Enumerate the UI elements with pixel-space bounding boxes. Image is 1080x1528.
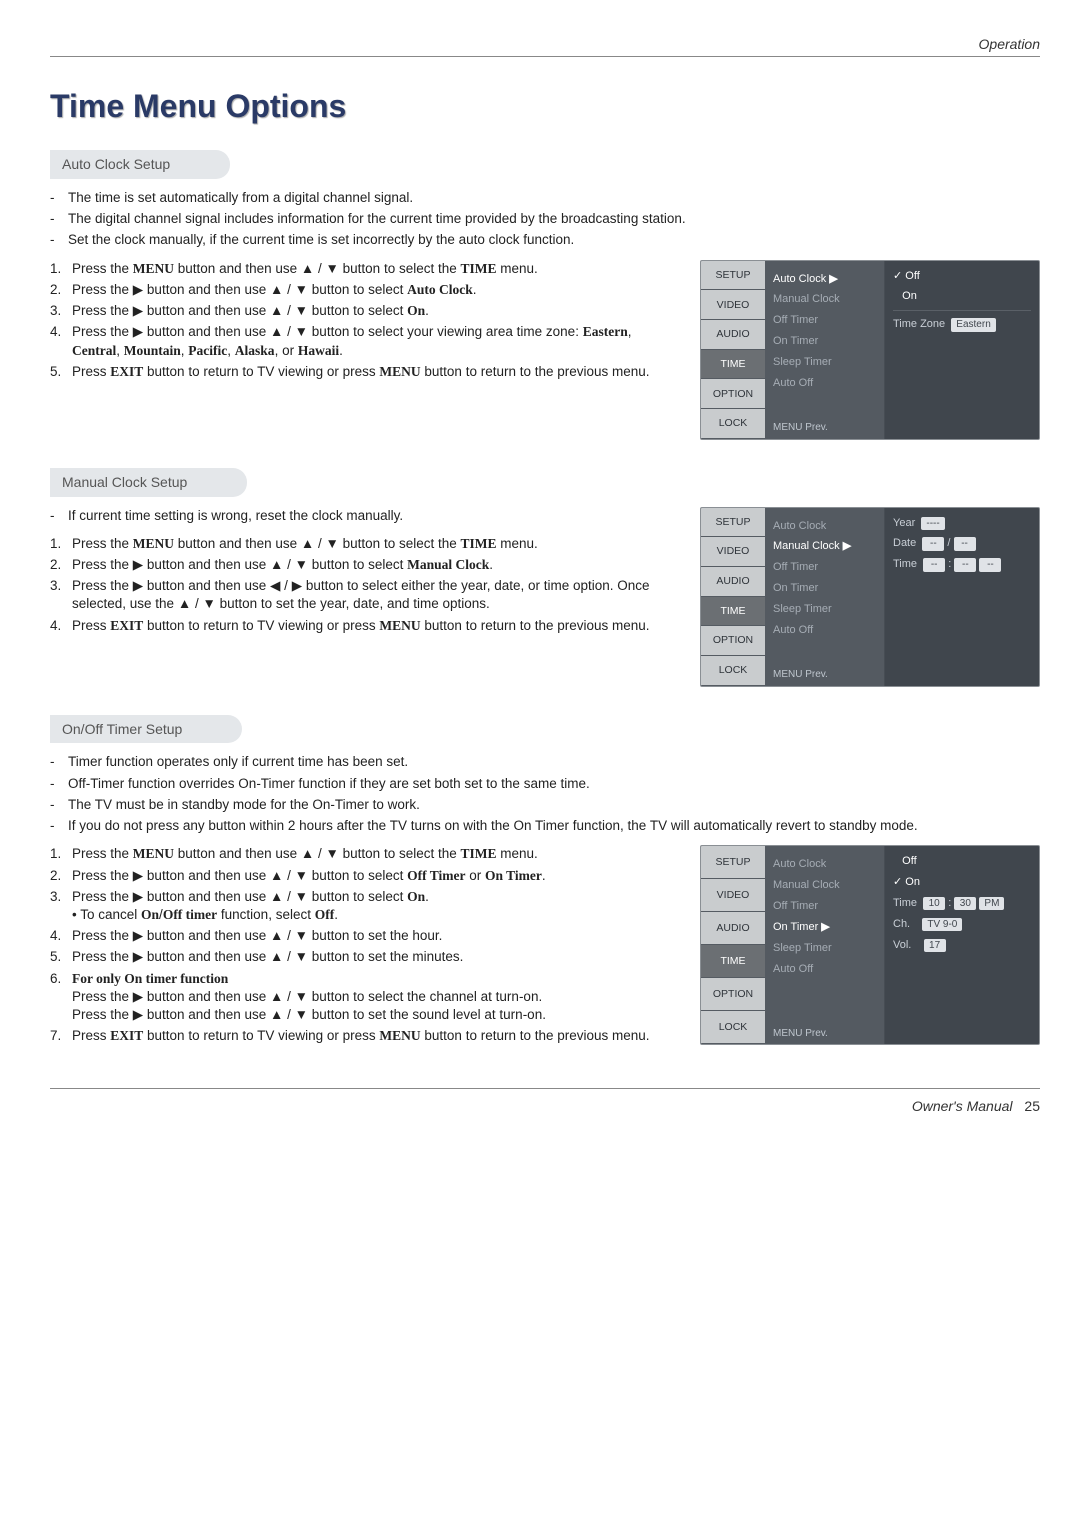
osd-item: On Timer [771, 578, 878, 599]
step: Press the ▶ button and then use ▲ / ▼ bu… [72, 948, 680, 966]
osd-tab-audio: AUDIO [701, 912, 765, 945]
osd-tab-lock: LOCK [701, 656, 765, 686]
osd-tab-lock: LOCK [701, 409, 765, 439]
osd-tab-time: TIME [701, 597, 765, 627]
osd-manual-clock: SETUP VIDEO AUDIO TIME OPTION LOCK Auto … [700, 507, 1040, 687]
note: Timer function operates only if current … [68, 753, 1040, 771]
osd-tab-lock: LOCK [701, 1011, 765, 1044]
osd-hint: MENU Prev. [773, 668, 828, 682]
note: The time is set automatically from a dig… [68, 189, 1040, 207]
manual-steps: 1.Press the MENU button and then use ▲ /… [50, 535, 680, 635]
step: Press EXIT button to return to TV viewin… [72, 1027, 680, 1045]
step: Press the ▶ button and then use ▲ / ▼ bu… [72, 888, 680, 924]
osd-tab-video: VIDEO [701, 879, 765, 912]
step: Press the ▶ button and then use ▲ / ▼ bu… [72, 556, 680, 574]
osd-item: Manual Clock ▶ [771, 536, 878, 557]
osd-tab-setup: SETUP [701, 846, 765, 879]
header-label: Operation [50, 35, 1040, 54]
osd-item: Auto Clock ▶ [771, 269, 878, 290]
osd-tab-time: TIME [701, 945, 765, 978]
osd-item: Off Timer [771, 310, 878, 331]
osd-tab-option: OPTION [701, 379, 765, 409]
step: Press EXIT button to return to TV viewin… [72, 363, 680, 381]
step: Press the ▶ button and then use ◀ / ▶ bu… [72, 577, 680, 613]
manual-notes: -If current time setting is wrong, reset… [50, 507, 680, 525]
note: Off-Timer function overrides On-Timer fu… [68, 775, 1040, 793]
note: If you do not press any button within 2 … [68, 817, 1040, 835]
osd-auto-clock: SETUP VIDEO AUDIO TIME OPTION LOCK Auto … [700, 260, 1040, 440]
osd-item: Sleep Timer [771, 599, 878, 620]
step: Press the ▶ button and then use ▲ / ▼ bu… [72, 927, 680, 945]
auto-steps: 1.Press the MENU button and then use ▲ /… [50, 260, 680, 381]
note: Set the clock manually, if the current t… [68, 231, 1040, 249]
osd-item: Auto Off [771, 620, 878, 641]
osd-item: Auto Off [771, 373, 878, 394]
step: Press the ▶ button and then use ▲ / ▼ bu… [72, 867, 680, 885]
auto-notes: -The time is set automatically from a di… [50, 189, 1040, 250]
section-header-auto: Auto Clock Setup [50, 150, 230, 179]
step: Press EXIT button to return to TV viewin… [72, 617, 680, 635]
footer: Owner's Manual 25 [50, 1097, 1040, 1116]
step: For only On timer functionPress the ▶ bu… [72, 970, 680, 1025]
page-number: 25 [1024, 1098, 1040, 1114]
osd-tab-option: OPTION [701, 978, 765, 1011]
step: Press the ▶ button and then use ▲ / ▼ bu… [72, 323, 680, 359]
note: The digital channel signal includes info… [68, 210, 1040, 228]
footer-divider [50, 1088, 1040, 1089]
step: Press the ▶ button and then use ▲ / ▼ bu… [72, 302, 680, 320]
timer-notes: -Timer function operates only if current… [50, 753, 1040, 835]
timer-steps: 1.Press the MENU button and then use ▲ /… [50, 845, 680, 1045]
section-header-manual: Manual Clock Setup [50, 468, 247, 497]
step: Press the MENU button and then use ▲ / ▼… [72, 260, 680, 278]
osd-tab-setup: SETUP [701, 261, 765, 291]
note: If current time setting is wrong, reset … [68, 507, 680, 525]
osd-item: Auto Clock [771, 516, 878, 537]
osd-tab-audio: AUDIO [701, 320, 765, 350]
osd-item: Auto Clock [771, 854, 878, 875]
step: Press the MENU button and then use ▲ / ▼… [72, 845, 680, 863]
osd-item: Sleep Timer [771, 352, 878, 373]
osd-hint: MENU Prev. [773, 1027, 828, 1041]
osd-on-timer: SETUP VIDEO AUDIO TIME OPTION LOCK Auto … [700, 845, 1040, 1045]
osd-tab-setup: SETUP [701, 508, 765, 538]
osd-item: Off Timer [771, 557, 878, 578]
osd-tab-option: OPTION [701, 626, 765, 656]
footer-label: Owner's Manual [912, 1098, 1013, 1114]
osd-item: Sleep Timer [771, 938, 878, 959]
step: Press the ▶ button and then use ▲ / ▼ bu… [72, 281, 680, 299]
osd-tab-time: TIME [701, 350, 765, 380]
osd-tab-audio: AUDIO [701, 567, 765, 597]
page-title: Time Menu Options [50, 85, 1040, 128]
step: Press the MENU button and then use ▲ / ▼… [72, 535, 680, 553]
top-divider [50, 56, 1040, 57]
osd-hint: MENU Prev. [773, 421, 828, 435]
osd-item: Off Timer [771, 896, 878, 917]
osd-item: Auto Off [771, 959, 878, 980]
osd-item: On Timer [771, 331, 878, 352]
osd-item: Manual Clock [771, 875, 878, 896]
osd-item: Manual Clock [771, 289, 878, 310]
note: The TV must be in standby mode for the O… [68, 796, 1040, 814]
osd-tab-video: VIDEO [701, 537, 765, 567]
section-header-timer: On/Off Timer Setup [50, 715, 242, 744]
osd-item: On Timer ▶ [771, 917, 878, 938]
osd-tab-video: VIDEO [701, 290, 765, 320]
